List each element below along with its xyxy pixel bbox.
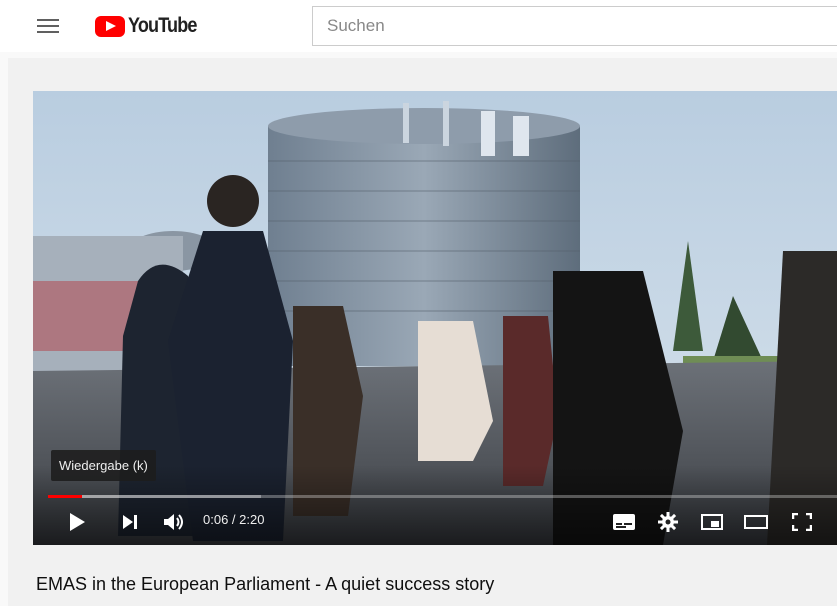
video-player[interactable]: Wiedergabe (k) 0:06 / 2:20 <box>33 91 837 545</box>
settings-icon <box>658 512 678 532</box>
time-display: 0:06 / 2:20 <box>203 512 265 527</box>
settings-button[interactable] <box>655 509 681 535</box>
subtitles-icon <box>613 514 635 530</box>
progress-played <box>48 495 82 498</box>
play-button[interactable] <box>66 509 88 535</box>
video-title: EMAS in the European Parliament - A quie… <box>36 574 495 594</box>
play-tooltip: Wiedergabe (k) <box>51 450 156 481</box>
masthead: YouTube Suchen <box>0 0 837 52</box>
volume-icon <box>164 514 183 530</box>
volume-button[interactable] <box>161 509 187 535</box>
next-icon <box>123 515 137 529</box>
theater-mode-button[interactable] <box>743 509 769 535</box>
play-icon <box>70 513 85 531</box>
subtitles-button[interactable] <box>611 509 637 535</box>
theater-mode-icon <box>744 515 768 529</box>
fullscreen-icon <box>792 513 812 531</box>
miniplayer-button[interactable] <box>699 509 725 535</box>
miniplayer-icon <box>701 514 723 530</box>
progress-bar[interactable] <box>48 495 837 498</box>
search-placeholder: Suchen <box>327 16 385 35</box>
fullscreen-button[interactable] <box>789 509 815 535</box>
logo-text: YouTube <box>128 14 197 37</box>
menu-icon[interactable] <box>37 16 59 36</box>
youtube-logo-icon <box>95 15 125 37</box>
search-input[interactable]: Suchen <box>312 6 837 46</box>
youtube-logo[interactable]: YouTube <box>95 13 208 39</box>
next-button[interactable] <box>119 509 141 535</box>
